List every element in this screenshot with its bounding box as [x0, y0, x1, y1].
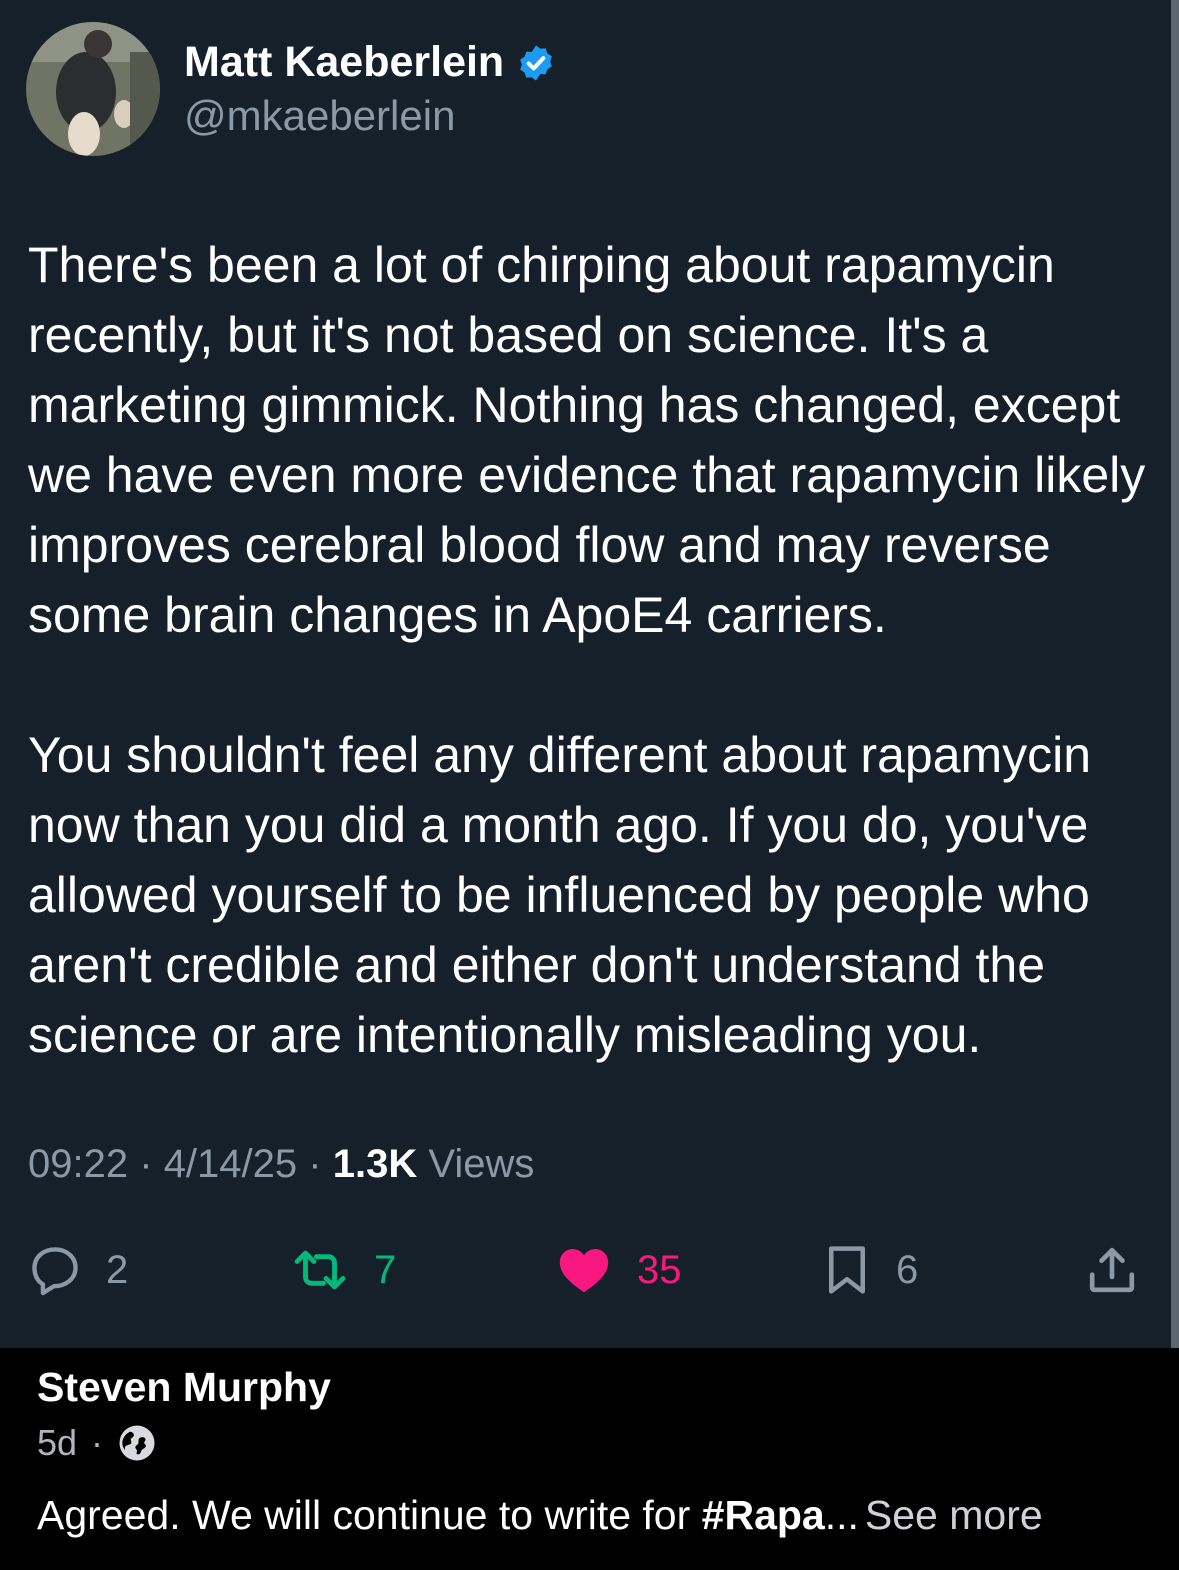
tweet-time[interactable]: 09:22	[28, 1142, 128, 1186]
retweet-button[interactable]: 7	[288, 1232, 396, 1308]
tweet-paragraph: You shouldn't feel any different about r…	[28, 727, 1092, 1063]
tweet-date[interactable]: 4/14/25	[164, 1142, 297, 1186]
author-avatar[interactable]	[26, 22, 160, 156]
meta-separator: ·	[308, 1142, 322, 1186]
tweet-text: There's been a lot of chirping about rap…	[28, 230, 1153, 1070]
comment-ellipsis: ...	[824, 1492, 859, 1538]
commenter-name[interactable]: Steven Murphy	[37, 1364, 331, 1411]
meta-separator: ·	[91, 1422, 104, 1463]
comment-metadata: 5d ·	[37, 1422, 157, 1464]
see-more-link[interactable]: See more	[865, 1492, 1043, 1538]
comment-time[interactable]: 5d	[37, 1422, 77, 1464]
like-count: 35	[637, 1247, 682, 1292]
like-button[interactable]: 35	[553, 1232, 682, 1308]
hashtag-link[interactable]: #Rapa	[702, 1492, 825, 1538]
views-count: 1.3K	[332, 1142, 418, 1186]
globe-icon	[119, 1425, 155, 1461]
bookmark-icon	[829, 1246, 865, 1294]
comment-text: Agreed. We will continue to write for #R…	[37, 1492, 1043, 1539]
reply-count: 2	[106, 1247, 129, 1292]
heart-icon	[559, 1248, 609, 1293]
tweet-metadata: 09:22 · 4/14/25 · 1.3K Views	[28, 1142, 534, 1187]
tweet-paragraph: There's been a lot of chirping about rap…	[28, 237, 1146, 643]
reply-button[interactable]: 2	[26, 1232, 128, 1308]
author-handle[interactable]: @mkaeberlein	[184, 92, 455, 140]
share-icon	[1089, 1247, 1135, 1293]
retweet-count: 7	[374, 1247, 397, 1292]
tweet-actions: 2 7 35 6	[0, 1232, 1179, 1308]
reply-icon	[32, 1247, 78, 1296]
meta-separator: ·	[139, 1142, 153, 1186]
share-button[interactable]	[1084, 1232, 1140, 1308]
bookmark-button[interactable]: 6	[820, 1232, 918, 1308]
retweet-icon	[294, 1250, 346, 1290]
verified-badge-icon	[520, 45, 553, 80]
tweet-card: Matt Kaeberlein @mkaeberlein There's bee…	[0, 0, 1179, 1348]
views-label: Views	[428, 1142, 535, 1186]
comment-text-prefix: Agreed. We will continue to write for	[37, 1492, 702, 1538]
bookmark-count: 6	[896, 1247, 919, 1292]
author-name[interactable]: Matt Kaeberlein	[184, 38, 556, 87]
facebook-comment: Steven Murphy 5d · Agreed. We will conti…	[0, 1348, 1179, 1570]
author-name-text[interactable]: Matt Kaeberlein	[184, 38, 504, 87]
